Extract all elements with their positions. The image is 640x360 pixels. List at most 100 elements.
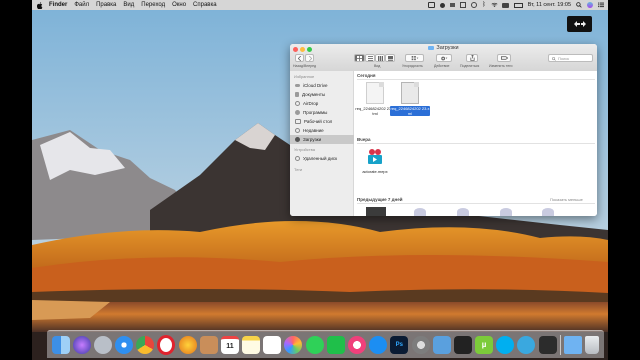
tag-icon [500,56,508,60]
yandex-dock-icon[interactable] [178,335,197,354]
arrange-button[interactable] [405,54,424,62]
edit-tags-button[interactable] [497,54,511,62]
launchpad-dock-icon[interactable] [93,335,112,354]
telegram-dock-icon[interactable] [517,335,536,354]
terminal-dock-icon[interactable] [453,335,472,354]
sidebar-item-icloud-drive[interactable]: iCloud Drive [290,81,354,90]
share-button[interactable] [466,54,478,62]
sidebar-item-remote-disc[interactable]: Удаленный диск [290,154,354,163]
view-columns-button[interactable] [375,54,385,62]
safari-dock-icon[interactable] [115,335,134,354]
search-icon [552,56,556,61]
preview-dock-icon[interactable] [432,335,451,354]
trash-dock-icon[interactable] [585,335,600,354]
menu-extra-icon[interactable] [460,2,467,8]
battery-icon [513,2,523,8]
menu-help[interactable]: Справка [193,2,217,8]
arrange-label: Упорядочить [402,64,423,68]
sidebar-heading-tags: Теги [294,167,303,172]
folder-icon [428,45,435,50]
dropbox-icon[interactable] [450,3,456,7]
chevron-right-icon [308,55,312,61]
disc-icon [295,156,300,161]
file-item-selected[interactable]: req_2246824202 23.xml [390,82,430,116]
menu-file[interactable]: Файл [74,2,89,8]
sidebar-item-desktop[interactable]: Рабочий стол [290,117,354,126]
section-divider [357,203,595,204]
menu-go[interactable]: Переход [141,2,165,8]
photoshop-dock-icon[interactable]: Ps [390,335,409,354]
file-name: req_2246824202 23.xml [390,106,430,116]
folder-dock-icon[interactable] [563,335,582,354]
thumbnail-partial[interactable] [542,208,554,216]
thumbnail-partial[interactable] [457,208,469,216]
calendar-dock-icon[interactable]: 11 [220,335,239,354]
timemachine-icon[interactable] [471,2,478,8]
photos-dock-icon[interactable] [284,335,303,354]
appstore-dock-icon[interactable] [369,335,388,354]
back-button[interactable] [295,54,304,62]
xml-file-icon [401,82,419,104]
menu-clock[interactable]: Вт, 11 сент. 19:05 [528,2,571,8]
facetime-dock-icon[interactable] [326,335,345,354]
siri-dock-icon[interactable] [72,335,91,354]
thumbnail-partial[interactable] [366,207,386,216]
section-previous-7-days: Предыдущие 7 дней [357,197,403,202]
wifi-icon[interactable] [491,2,498,8]
sidebar-item-downloads[interactable]: Загрузки [290,135,354,144]
screen-control-panel[interactable] [567,16,592,32]
sidebar-item-recents[interactable]: Недавние [290,126,354,135]
sidebar-item-applications[interactable]: Программы [290,108,354,117]
section-divider [357,143,595,144]
bluetooth-icon[interactable]: ᛒ [482,2,486,8]
grid-icon [357,55,362,61]
sidebar-item-documents[interactable]: Документы [290,90,354,99]
chrome-dock-icon[interactable] [136,335,155,354]
notes-dock-icon[interactable] [242,335,261,354]
finder-titlebar[interactable]: Загрузки Назад/Вперед Вид Упорядочить Де… [290,44,597,72]
download-icon [295,137,300,142]
file-item[interactable]: req_2246824202 23.html [355,82,395,116]
gallery-icon [387,55,393,61]
file-name: actorate.mepx [362,169,388,174]
skype-dock-icon[interactable] [496,335,515,354]
apple-menu-icon[interactable] [36,1,43,9]
screen-app-dock-icon[interactable] [538,335,557,354]
thumbnail-partial[interactable] [500,208,512,216]
finder-content: Сегодня req_2246824202 23.html req_22468… [354,71,597,216]
menu-window[interactable]: Окно [172,2,186,8]
sidebar-item-airdrop[interactable]: AirDrop [290,99,354,108]
siri-icon[interactable] [587,2,593,8]
itunes-dock-icon[interactable] [347,335,366,354]
reminders-dock-icon[interactable] [263,335,282,354]
cast-icon[interactable] [428,2,436,8]
view-label: Вид [374,64,381,68]
menu-app-finder[interactable]: Finder [49,2,67,8]
show-less-link[interactable]: Показать меньше [550,197,583,202]
cloud-icon [295,84,300,87]
tags-label: Изменить теги [489,64,513,68]
nav-label: Назад/Вперед [293,64,317,68]
system-preferences-dock-icon[interactable] [411,335,430,354]
action-button[interactable] [436,54,452,62]
view-icons-button[interactable] [354,54,365,62]
opera-dock-icon[interactable] [157,334,176,355]
sidebar-heading-devices: Устройства [294,147,315,152]
search-field[interactable]: Поиск [548,54,593,62]
menu-edit[interactable]: Правка [96,2,116,8]
forward-button[interactable] [305,54,314,62]
spotlight-icon[interactable] [576,2,582,8]
messages-dock-icon[interactable] [305,335,324,354]
input-source-icon[interactable] [501,2,509,8]
contacts-dock-icon[interactable] [199,335,218,354]
screen-record-icon[interactable] [440,2,446,8]
view-gallery-button[interactable] [385,54,395,62]
menu-view[interactable]: Вид [123,2,134,8]
view-list-button[interactable] [365,54,375,62]
finder-dock-icon[interactable] [51,335,70,354]
thumbnail-partial[interactable] [414,208,426,216]
file-item[interactable]: actorate.mepx [355,147,395,174]
window-title: Загрузки [290,45,597,51]
notification-center-icon[interactable] [598,2,604,8]
utorrent-dock-icon[interactable]: µ [475,335,494,354]
